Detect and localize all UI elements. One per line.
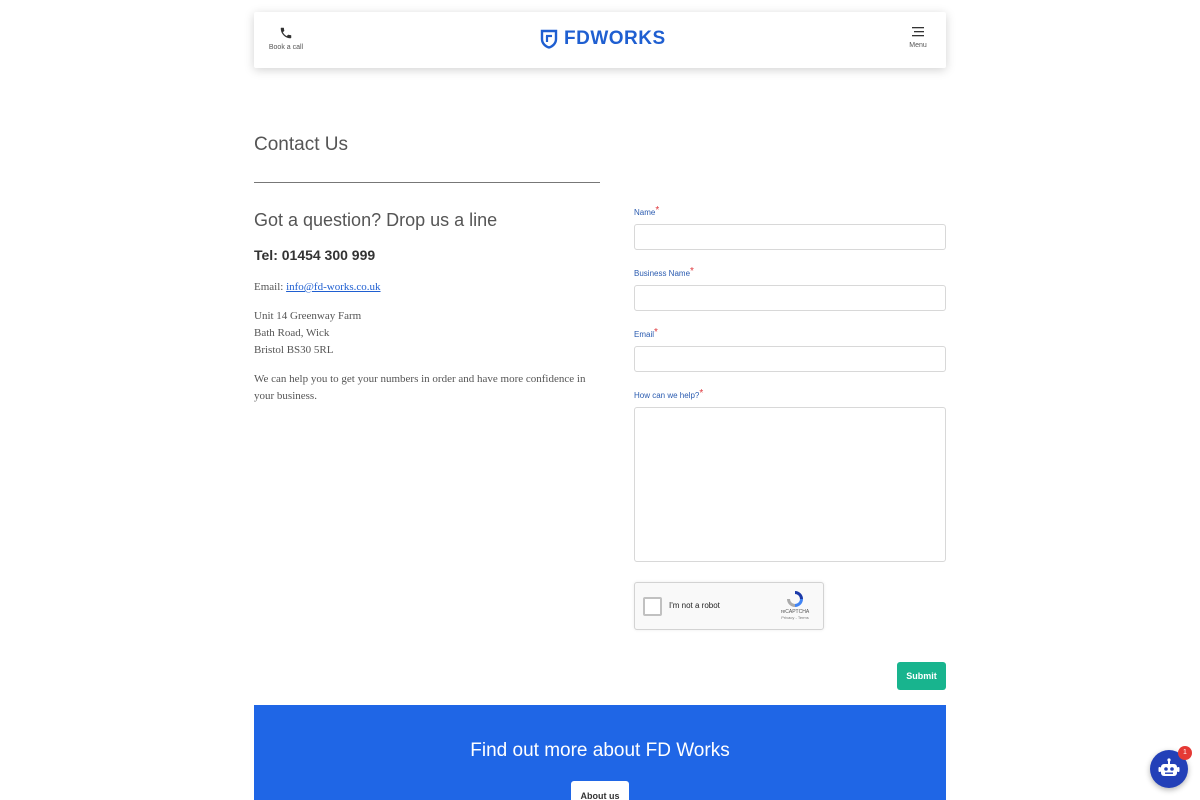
telephone-number[interactable]: Tel: 01454 300 999 — [254, 247, 604, 263]
email-label-text: Email — [634, 330, 655, 339]
recaptcha-links[interactable]: Privacy - Terms — [775, 615, 815, 620]
name-label: Name* — [634, 205, 946, 219]
business-name-input[interactable] — [634, 285, 946, 311]
phone-icon — [280, 27, 292, 39]
title-divider — [254, 182, 600, 183]
contact-info: Got a question? Drop us a line Tel: 0145… — [254, 208, 604, 405]
required-marker: * — [655, 205, 660, 216]
email-link[interactable]: info@fd-works.co.uk — [286, 281, 380, 293]
menu-label: Menu — [909, 42, 927, 49]
submit-button[interactable]: Submit — [897, 662, 946, 690]
required-marker: * — [690, 266, 694, 277]
required-marker: * — [654, 327, 658, 338]
page-title: Contact Us — [254, 134, 348, 155]
required-marker: * — [699, 388, 704, 399]
address-line: Bristol BS30 5RL — [254, 344, 334, 356]
help-label: How can we help?* — [634, 388, 946, 402]
contact-blurb: We can help you to get your numbers in o… — [254, 373, 586, 402]
site-header: Book a call FDWORKS Menu — [254, 12, 946, 68]
email-label: Email* — [634, 327, 946, 341]
email-input[interactable] — [634, 346, 946, 372]
email-prefix: Email: — [254, 281, 287, 293]
business-name-group: Business Name* — [634, 266, 946, 330]
contact-form: Name* Business Name* Email* How can we h… — [634, 205, 946, 562]
email-group: Email* — [634, 327, 946, 391]
recaptcha-widget: I'm not a robot reCAPTCHA Privacy - Term… — [634, 582, 824, 630]
recaptcha-checkbox[interactable] — [643, 597, 662, 616]
about-banner: Find out more about FD Works About us — [254, 705, 946, 800]
name-label-text: Name — [634, 208, 656, 217]
banner-title: Find out more about FD Works — [470, 740, 730, 761]
fdworks-logo[interactable]: FDWORKS — [540, 28, 666, 50]
notification-badge: 1 — [1178, 746, 1192, 760]
help-label-text: How can we help? — [634, 391, 700, 400]
recaptcha-icon — [787, 591, 803, 607]
address-line: Unit 14 Greenway Farm — [254, 310, 362, 322]
book-call-button[interactable]: Book a call — [264, 26, 308, 51]
address-line: Bath Road, Wick — [254, 327, 330, 339]
about-us-button[interactable]: About us — [571, 781, 629, 800]
menu-button[interactable]: Menu — [900, 26, 936, 49]
contact-subheading: Got a question? Drop us a line — [254, 210, 498, 230]
robot-icon — [1158, 758, 1180, 776]
chatbot-launcher[interactable]: 1 — [1150, 746, 1192, 788]
shield-logo-icon — [540, 29, 558, 49]
recaptcha-branding: reCAPTCHA Privacy - Terms — [775, 589, 815, 620]
help-group: How can we help?* — [634, 388, 946, 562]
hamburger-menu-icon — [912, 27, 924, 37]
name-group: Name* — [634, 205, 946, 269]
address: Unit 14 Greenway Farm Bath Road, Wick Br… — [254, 308, 604, 359]
business-name-label-text: Business Name — [634, 269, 691, 278]
email-line: Email: info@fd-works.co.uk — [254, 279, 604, 296]
book-call-label: Book a call — [268, 44, 304, 51]
name-input[interactable] — [634, 224, 946, 250]
business-name-label: Business Name* — [634, 266, 946, 280]
help-textarea[interactable] — [634, 407, 946, 562]
logo-text: FDWORKS — [564, 28, 666, 49]
recaptcha-label: I'm not a robot — [669, 601, 720, 610]
